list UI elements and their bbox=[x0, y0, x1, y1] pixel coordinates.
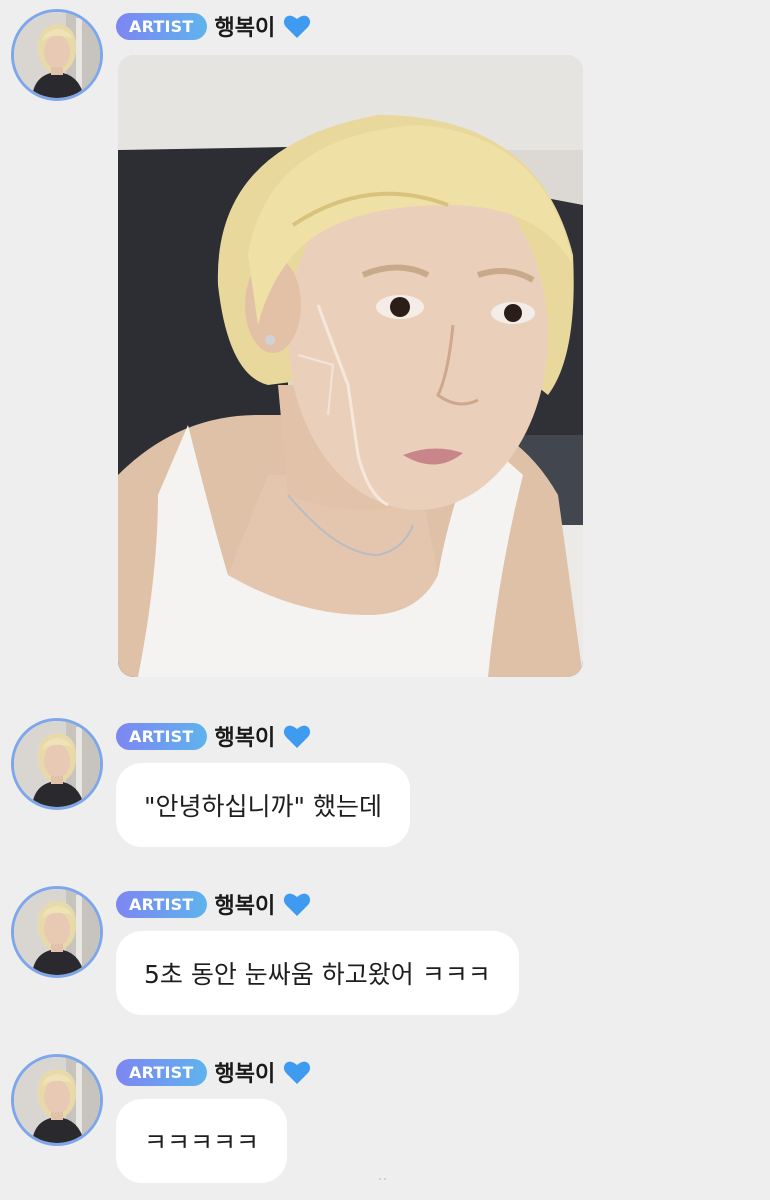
artist-badge: ARTIST bbox=[116, 1058, 207, 1086]
artist-avatar[interactable] bbox=[11, 1054, 103, 1146]
message-bubble[interactable]: "안녕하십니까" 했는데 bbox=[116, 763, 410, 847]
message-header: ARTIST 행복이 bbox=[116, 1057, 311, 1087]
artist-avatar[interactable] bbox=[11, 886, 103, 978]
sender-name: 행복이 bbox=[214, 1062, 276, 1087]
blue-heart-icon bbox=[283, 1059, 311, 1085]
divider-dot bbox=[384, 1178, 386, 1180]
message-header: ARTIST 행복이 bbox=[116, 721, 311, 751]
blue-heart-icon bbox=[283, 891, 311, 917]
selfie-photo-icon bbox=[118, 55, 583, 677]
message-bubble[interactable]: ㅋㅋㅋㅋㅋ bbox=[116, 1099, 288, 1183]
artist-badge: ARTIST bbox=[116, 12, 207, 40]
sender-name: 행복이 bbox=[214, 16, 276, 41]
photo-attachment[interactable] bbox=[118, 55, 583, 677]
artist-badge: ARTIST bbox=[116, 890, 207, 918]
sender-name: 행복이 bbox=[214, 726, 276, 751]
sender-name: 행복이 bbox=[214, 894, 276, 919]
artist-avatar[interactable] bbox=[11, 9, 103, 101]
blue-heart-icon bbox=[283, 13, 311, 39]
blue-heart-icon bbox=[283, 723, 311, 749]
message-header: ARTIST 행복이 bbox=[116, 11, 311, 41]
message-header: ARTIST 행복이 bbox=[116, 889, 311, 919]
divider-dot bbox=[379, 1178, 381, 1180]
message-bubble[interactable]: 5초 동안 눈싸움 하고왔어 ㅋㅋㅋ bbox=[116, 931, 519, 1015]
artist-badge: ARTIST bbox=[116, 722, 207, 750]
artist-avatar[interactable] bbox=[11, 718, 103, 810]
